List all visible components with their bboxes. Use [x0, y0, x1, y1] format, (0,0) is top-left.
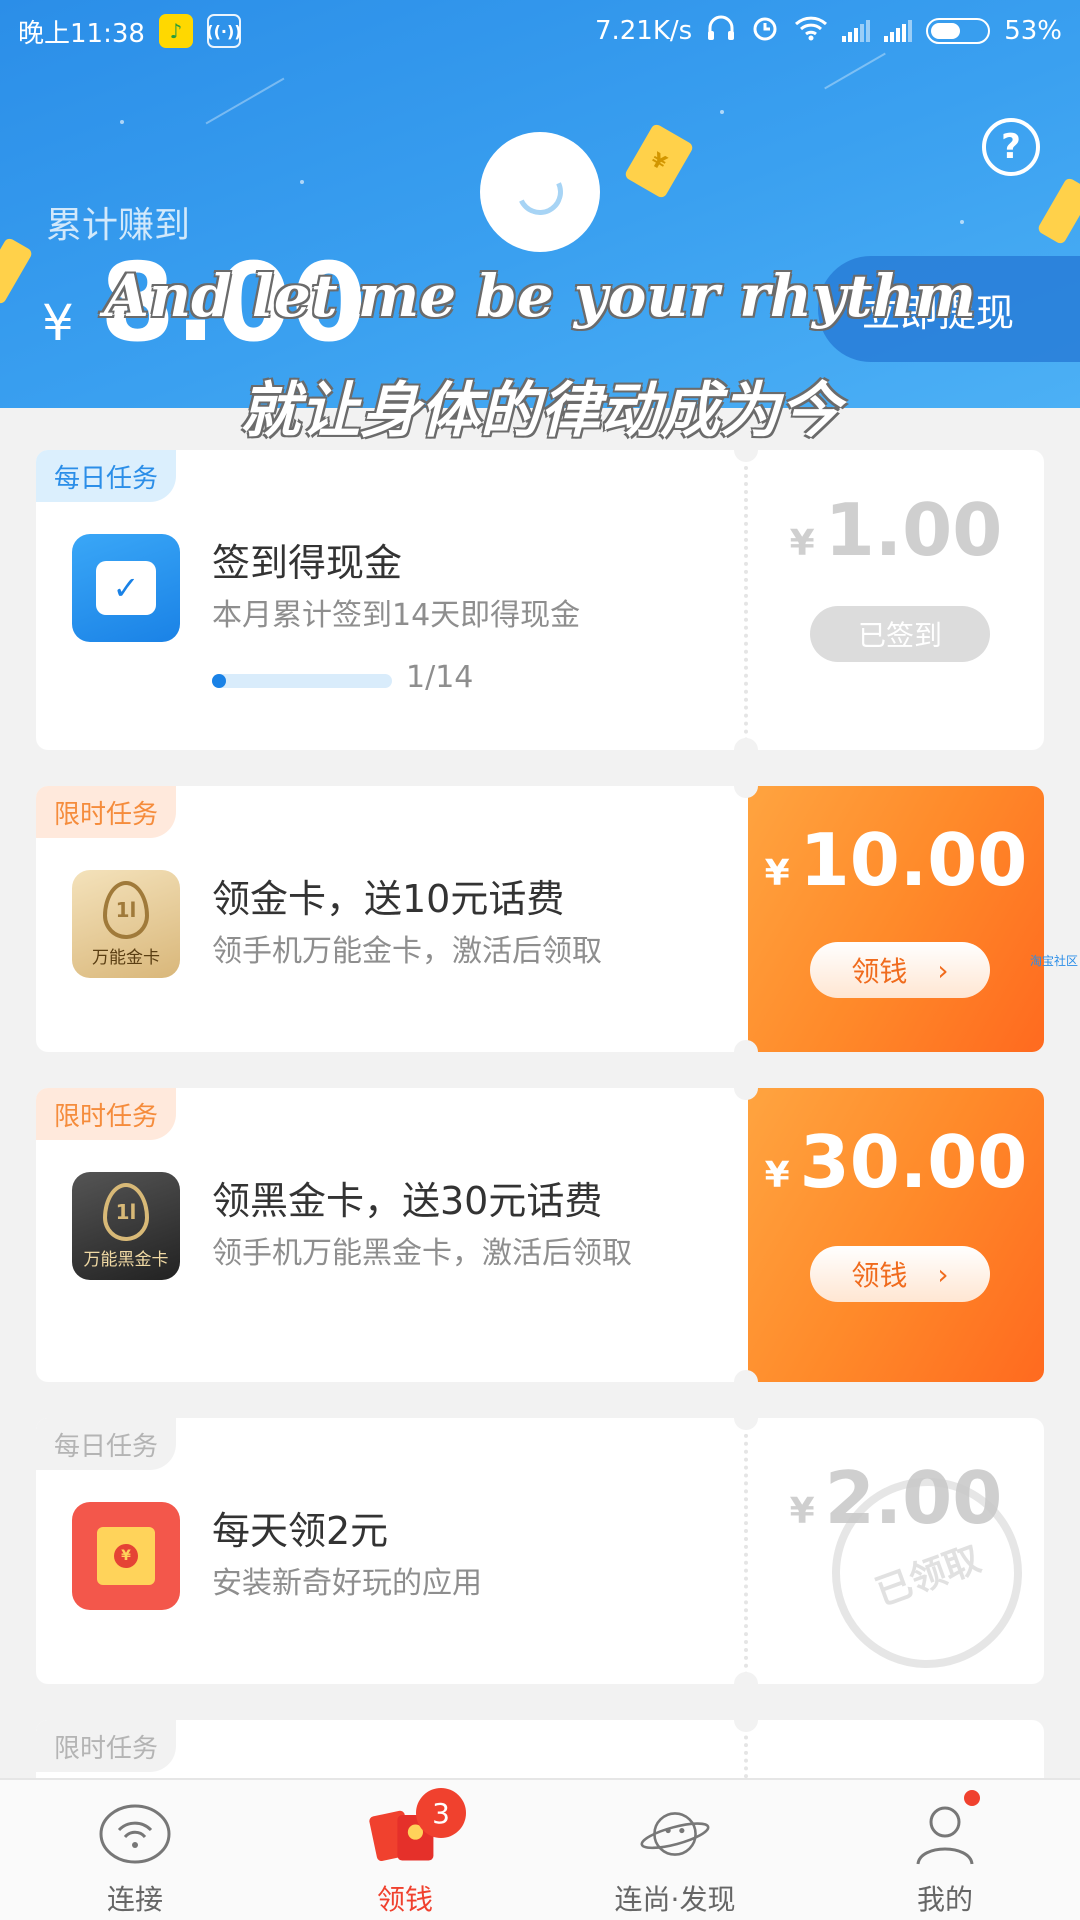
reward-panel: ¥30.00 领钱 › — [748, 1088, 1044, 1382]
nav-label: 领钱 — [376, 1883, 433, 1916]
claim-button[interactable]: 领钱 › — [810, 942, 990, 998]
nav-label: 我的 — [916, 1883, 973, 1916]
task-description: 领手机万能黑金卡，激活后领取 — [212, 1236, 632, 1271]
signin-progress-text: 1/14 — [406, 660, 474, 695]
watermark: 淘宝社区 — [1030, 954, 1079, 968]
headphone-icon — [706, 14, 736, 49]
bottom-navigation: 连接 领钱 3 连尚·发现 我的 — [0, 1778, 1080, 1920]
lyric-line-chinese: 就让身体的律动成为今 — [240, 376, 840, 446]
task-description: 安装新奇好玩的应用 — [212, 1566, 482, 1601]
task-tag: 限时任务 — [36, 1088, 177, 1140]
chevron-right-icon: › — [937, 1257, 949, 1291]
claim-button[interactable]: 领钱 › — [810, 1246, 990, 1302]
task-description: 本月累计签到14天即得现金 — [212, 598, 581, 633]
signin-progress-bar — [212, 674, 392, 688]
task-tag: 限时任务 — [36, 786, 177, 838]
user-icon — [909, 1802, 981, 1866]
music-app-icon: ♪ — [158, 14, 193, 48]
task-title: 领黑金卡，送30元话费 — [212, 1179, 603, 1223]
nav-item-discover[interactable]: 连尚·发现 — [540, 1780, 810, 1920]
reward-panel: ¥10.00 领钱 › — [748, 786, 1044, 1052]
gold-card-icon: 1l 万能金卡 — [72, 870, 180, 978]
nav-label: 连尚·发现 — [614, 1883, 736, 1916]
star-decoration — [960, 220, 964, 224]
wifi-icon — [99, 1802, 171, 1866]
task-title: 签到得现金 — [212, 541, 403, 585]
yuan-note-icon — [1036, 176, 1080, 246]
reward-amount: ¥30.00 — [764, 1120, 1028, 1204]
status-bar: 晚上11:38 ♪ ((·)) 7.21K/s 53% — [0, 0, 1080, 62]
battery-percent: 53% — [1004, 16, 1062, 46]
yuan-note-icon: ¥ — [623, 122, 695, 200]
loading-spinner — [480, 132, 600, 252]
task-title: 领金卡，送10元话费 — [212, 877, 565, 921]
signal-icon — [884, 20, 913, 42]
task-description: 领手机万能金卡，激活后领取 — [212, 934, 602, 969]
task-title: 每天领2元 — [212, 1509, 389, 1553]
reward-panel: ¥1.00 已签到 — [748, 450, 1044, 750]
reward-amount: ¥1.00 — [789, 488, 1003, 572]
help-icon[interactable]: ? — [982, 118, 1040, 176]
nav-item-connect[interactable]: 连接 — [0, 1780, 270, 1920]
wifi-status-icon — [794, 15, 828, 48]
chevron-right-icon: › — [937, 953, 949, 987]
task-card-signin[interactable]: 每日任务 ✓ 签到得现金 本月累计签到14天即得现金 1/14 ¥1.00 已签… — [36, 450, 1044, 750]
planet-face-icon — [639, 1802, 711, 1866]
battery-icon — [926, 18, 991, 44]
notification-badge: 3 — [416, 1788, 466, 1838]
black-gold-card-icon: 1l 万能黑金卡 — [72, 1172, 180, 1280]
task-card-black-card[interactable]: 限时任务 1l 万能黑金卡 领黑金卡，送30元话费 领手机万能黑金卡，激活后领取… — [36, 1088, 1044, 1382]
network-speed: 7.21K/s — [594, 16, 693, 46]
alarm-icon — [750, 13, 780, 50]
task-tag: 限时任务 — [36, 1720, 177, 1772]
signal-icon — [842, 20, 871, 42]
star-decoration — [300, 180, 304, 184]
task-card-daily-2yuan[interactable]: 每日任务 ¥ 每天领2元 安装新奇好玩的应用 ¥2.00 已领取 — [36, 1418, 1044, 1684]
task-tag: 每日任务 — [36, 1418, 177, 1470]
star-decoration — [120, 120, 124, 124]
nav-item-me[interactable]: 我的 — [810, 1780, 1080, 1920]
hotspot-icon: ((·)) — [206, 14, 242, 48]
task-tag: 每日任务 — [36, 450, 177, 502]
streak-decoration — [205, 77, 285, 125]
lyric-line-english: And let me be your rhythm — [103, 262, 976, 330]
earnings-header: ¥ 晚上11:38 ♪ ((·)) 7.21K/s 53% ? 累计赚到 ¥ 8… — [0, 0, 1080, 408]
nav-item-earn[interactable]: 领钱 3 — [270, 1780, 540, 1920]
nav-label: 连接 — [106, 1883, 163, 1916]
reward-amount: ¥10.00 — [764, 818, 1028, 902]
new-indicator-dot — [964, 1790, 980, 1806]
signed-in-button[interactable]: 已签到 — [810, 606, 990, 662]
task-card-gold-card[interactable]: 限时任务 1l 万能金卡 领金卡，送10元话费 领手机万能金卡，激活后领取 ¥1… — [36, 786, 1044, 1052]
calendar-check-icon: ✓ — [72, 534, 180, 642]
star-decoration — [720, 110, 724, 114]
status-time: 晚上11:38 — [18, 18, 145, 49]
red-packet-icon: ¥ — [72, 1502, 180, 1610]
